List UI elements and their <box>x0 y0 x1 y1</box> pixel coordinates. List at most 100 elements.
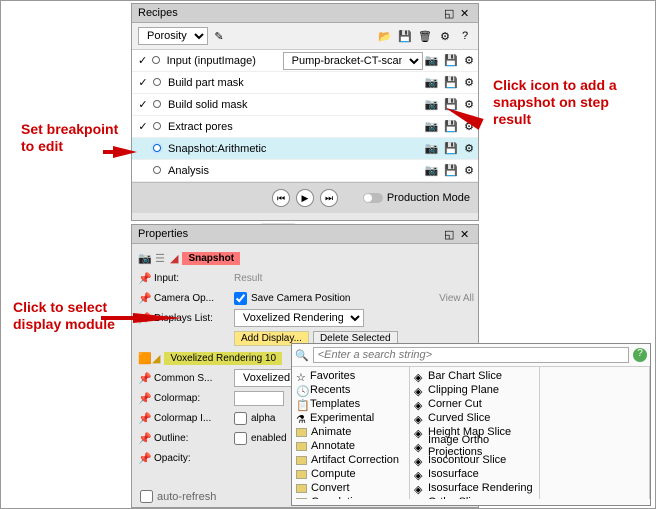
help-icon[interactable]: ? <box>633 348 647 362</box>
category-item[interactable]: ☆Favorites <box>292 369 409 383</box>
module-item[interactable]: ◈Bar Chart Slice <box>410 369 539 383</box>
save-step-icon[interactable]: 💾 <box>444 142 458 155</box>
alpha-checkbox[interactable] <box>234 412 247 425</box>
pin-icon[interactable]: 📌 <box>138 272 150 285</box>
step-row[interactable]: ✓ Extract pores 📷💾⚙ <box>132 116 478 138</box>
save-step-icon[interactable]: 💾 <box>444 54 458 67</box>
settings-icon[interactable]: ⚙ <box>464 142 474 155</box>
settings-icon[interactable]: ⚙ <box>464 164 474 177</box>
list-icon[interactable]: ☰ <box>154 252 166 265</box>
step-name: Build solid mask <box>164 99 284 111</box>
pin-icon[interactable]: 📌 <box>138 432 150 445</box>
category-item[interactable]: 🕓Recents <box>292 383 409 397</box>
save-step-icon[interactable]: 💾 <box>444 76 458 89</box>
module-icon: ◈ <box>414 371 424 381</box>
step-row[interactable]: ✓ Build solid mask 📷💾⚙ <box>132 94 478 116</box>
module-label: Isocontour Slice <box>428 454 506 466</box>
category-item[interactable]: Convert <box>292 481 409 495</box>
category-item[interactable]: Annotate <box>292 439 409 453</box>
help-icon[interactable]: ? <box>458 29 472 43</box>
module-label: Curved Slice <box>428 412 490 424</box>
auto-refresh[interactable]: auto-refresh <box>140 490 216 503</box>
step-row[interactable]: ✓ Input (inputImage) Pump-bracket-CT-sca… <box>132 50 478 72</box>
breakpoint-dot[interactable] <box>150 99 164 111</box>
folder-icon <box>296 470 307 479</box>
arrow-icon <box>133 313 183 323</box>
snapshot-tag[interactable]: Snapshot <box>182 252 240 265</box>
breakpoint-dot[interactable] <box>149 55 162 67</box>
step-row[interactable]: ✓ Build part mask 📷 💾 ⚙ <box>132 72 478 94</box>
save-step-icon[interactable]: 💾 <box>444 164 458 177</box>
breakpoint-dot[interactable] <box>150 77 164 89</box>
arrow-icon <box>113 146 137 158</box>
category-item[interactable]: Artifact Correction <box>292 453 409 467</box>
settings-icon[interactable]: ⚙ <box>464 98 474 111</box>
pin-icon[interactable]: 📌 <box>138 292 150 305</box>
pin-icon[interactable]: 📌 <box>138 412 150 425</box>
snapshot-icon[interactable]: 📷 <box>425 164 439 177</box>
voxelized-tag[interactable]: Voxelized Rendering 10 <box>164 352 282 365</box>
module-item[interactable]: ◈Isosurface Rendering <box>410 481 539 495</box>
step-name: Build part mask <box>164 77 284 89</box>
module-item[interactable]: ◈Corner Cut <box>410 397 539 411</box>
check-icon[interactable]: ✓ <box>136 98 150 111</box>
edit-icon[interactable]: ✎ <box>212 29 226 43</box>
pin-icon[interactable]: 📌 <box>138 372 150 385</box>
module-icon: ◈ <box>414 399 424 409</box>
search-input[interactable] <box>313 347 629 363</box>
category-item[interactable]: Correlation <box>292 495 409 499</box>
delete-icon[interactable]: 🗑 <box>418 29 432 43</box>
play-button[interactable]: ▶ <box>296 189 314 207</box>
check-icon[interactable]: ✓ <box>136 120 150 133</box>
save-step-icon[interactable]: 💾 <box>444 120 458 133</box>
module-item[interactable]: ◈Ortho Slice <box>410 495 539 499</box>
module-item[interactable]: ◈Image Ortho Projections <box>410 439 539 453</box>
step-fwd-button[interactable]: ⏭ <box>320 189 338 207</box>
pin-icon[interactable]: 📌 <box>138 392 150 405</box>
snapshot-icon[interactable]: 📷 <box>425 120 439 133</box>
category-item[interactable]: 📋Templates <box>292 397 409 411</box>
colormap-input[interactable] <box>234 391 284 406</box>
settings-icon[interactable]: ⚙ <box>464 54 474 67</box>
gear-icon[interactable]: ⚙ <box>438 29 452 43</box>
snapshot-icon[interactable]: 📷 <box>425 54 439 67</box>
snapshot-icon[interactable]: 📷 <box>425 76 439 89</box>
snapshot-icon[interactable]: 📷 <box>425 142 439 155</box>
displays-list-select[interactable]: Voxelized Rendering 10 <box>234 309 364 327</box>
save-icon[interactable]: 💾 <box>398 29 412 43</box>
save-camera-checkbox[interactable] <box>234 292 247 305</box>
undock-icon[interactable]: ◱ <box>444 228 456 240</box>
step-back-button[interactable]: ⏮ <box>272 189 290 207</box>
properties-title: Properties <box>138 228 188 240</box>
category-item[interactable]: Animate <box>292 425 409 439</box>
open-icon[interactable]: 📂 <box>378 29 392 43</box>
enabled-checkbox[interactable] <box>234 432 247 445</box>
close-icon[interactable]: ✕ <box>460 228 472 240</box>
production-toggle[interactable]: Production Mode <box>363 192 470 204</box>
step-row[interactable]: Snapshot:Arithmetic 📷💾⚙ <box>132 138 478 160</box>
settings-icon[interactable]: ⚙ <box>464 76 474 89</box>
star-icon: ☆ <box>296 371 306 381</box>
breakpoint-dot[interactable] <box>150 121 164 133</box>
breakpoint-dot[interactable] <box>150 165 164 177</box>
close-icon[interactable]: ✕ <box>460 7 472 19</box>
breakpoint-dot[interactable] <box>150 143 164 155</box>
star-icon: ⚗ <box>296 413 306 423</box>
category-label: Artifact Correction <box>311 454 399 466</box>
pin-icon[interactable]: 📌 <box>138 452 150 465</box>
recipes-title: Recipes <box>138 7 178 19</box>
module-item[interactable]: ◈Clipping Plane <box>410 383 539 397</box>
module-label: Isosurface Rendering <box>428 482 533 494</box>
category-item[interactable]: ⚗Experimental <box>292 411 409 425</box>
category-label: Correlation <box>311 496 365 499</box>
module-item[interactable]: ◈Isosurface <box>410 467 539 481</box>
step-row[interactable]: Analysis 📷💾⚙ <box>132 160 478 182</box>
snapshot-icon[interactable]: 📷 <box>425 98 439 111</box>
camera-icon[interactable]: 📷 <box>138 252 150 265</box>
check-icon[interactable]: ✓ <box>136 76 150 89</box>
module-item[interactable]: ◈Curved Slice <box>410 411 539 425</box>
check-icon[interactable]: ✓ <box>136 54 149 67</box>
category-item[interactable]: Compute <box>292 467 409 481</box>
recipe-selector[interactable]: Porosity <box>138 27 208 45</box>
undock-icon[interactable]: ◱ <box>444 7 456 19</box>
